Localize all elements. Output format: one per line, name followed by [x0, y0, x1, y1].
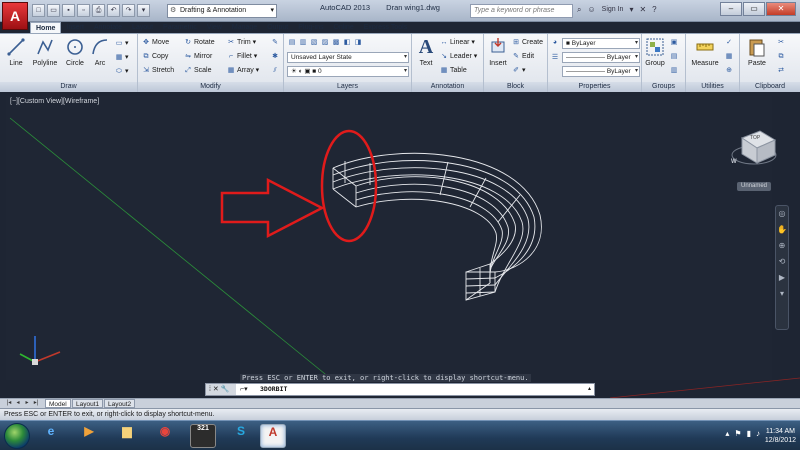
status-text: Press ESC or ENTER to exit, or right-cli… — [4, 411, 215, 418]
volume-icon[interactable]: ♪ — [756, 429, 760, 438]
show-hidden-icons[interactable]: ▴ — [725, 429, 729, 438]
tab-layout2[interactable]: Layout2 — [104, 399, 136, 408]
viewcube-compass-label: W — [731, 159, 737, 165]
tab-layout1[interactable]: Layout1 — [72, 399, 104, 408]
internet-explorer-icon[interactable]: e — [38, 424, 64, 448]
system-tray: ▴ ⚑ ▮ ♪ — [725, 429, 760, 438]
pan-icon[interactable]: ✋ — [776, 222, 788, 238]
ucs-icon — [19, 336, 61, 365]
media-player-icon[interactable]: ▶ — [76, 424, 102, 448]
movie-app-badge: 321 — [197, 425, 209, 432]
grid-axis-line-red — [609, 377, 800, 399]
last-tab-icon[interactable]: ▸| — [32, 399, 40, 408]
autocad-taskbar-icon[interactable]: A — [260, 424, 286, 448]
windows-taskbar: e ▶ ▆ ◉ 321 S A ▴ ⚑ ▮ ♪ 11:34 AM 12/8/20… — [0, 420, 800, 450]
command-line[interactable]: ⁞ ✕ 🔧 ⌐▾ 3DORBIT ▴ — [205, 383, 595, 396]
viewcube-top-label[interactable]: TOP — [750, 135, 760, 141]
chrome-icon[interactable]: ◉ — [152, 424, 178, 448]
grid-axis-line — [9, 117, 331, 379]
command-line-grip[interactable]: ⁞ ✕ 🔧 — [206, 384, 236, 395]
command-history: Press ESC or ENTER to exit, or right-cli… — [240, 374, 531, 382]
navbar-options-icon[interactable]: ▾ — [776, 286, 788, 302]
next-tab-icon[interactable]: ▸ — [23, 399, 31, 408]
command-prompt-icon: ⌐▾ — [240, 386, 248, 393]
ucs-scheme-dropdown[interactable]: Unnamed — [737, 182, 771, 191]
highlight-circle — [320, 129, 378, 243]
flag-icon[interactable]: ⚑ — [734, 429, 741, 438]
navigation-bar: ◎ ✋ ⊕ ⟲ ▶ ▾ — [775, 205, 789, 330]
network-icon[interactable]: ▮ — [747, 429, 751, 438]
clock[interactable]: 11:34 AM 12/8/2012 — [765, 427, 796, 445]
first-tab-icon[interactable]: |◂ — [5, 399, 13, 408]
command-input[interactable]: 3DORBIT — [260, 384, 287, 395]
autocad-window: □ ▭ ▪ ▫ ⎙ ↶ ↷ ▾ ⚙ Drafting & Annotation … — [0, 0, 800, 450]
chevron-up-icon[interactable]: ▴ — [588, 384, 591, 395]
clock-date: 12/8/2012 — [764, 437, 796, 444]
application-menu-button[interactable]: A — [2, 2, 28, 30]
status-bar: Press ESC or ENTER to exit, or right-cli… — [0, 408, 800, 420]
viewport-controls-label[interactable]: [−][Custom View][Wireframe] — [10, 98, 99, 105]
wireframe-ring[interactable] — [332, 152, 542, 301]
prev-tab-icon[interactable]: ◂ — [14, 399, 22, 408]
file-explorer-icon[interactable]: ▆ — [114, 424, 140, 448]
orbit-icon[interactable]: ⟲ — [776, 254, 788, 270]
movie-app-icon[interactable]: 321 — [190, 424, 216, 448]
zoom-icon[interactable]: ⊕ — [776, 238, 788, 254]
highlight-arrow — [220, 177, 325, 239]
layout-tab-bar: |◂ ◂ ▸ ▸| Model Layout1 Layout2 — [0, 398, 800, 408]
tab-model[interactable]: Model — [45, 399, 71, 408]
steering-wheel-icon[interactable]: ◎ — [776, 206, 788, 222]
start-button[interactable] — [4, 423, 30, 449]
skype-icon[interactable]: S — [228, 424, 254, 448]
showmotion-icon[interactable]: ▶ — [776, 270, 788, 286]
clock-time: 11:34 AM — [765, 428, 795, 435]
